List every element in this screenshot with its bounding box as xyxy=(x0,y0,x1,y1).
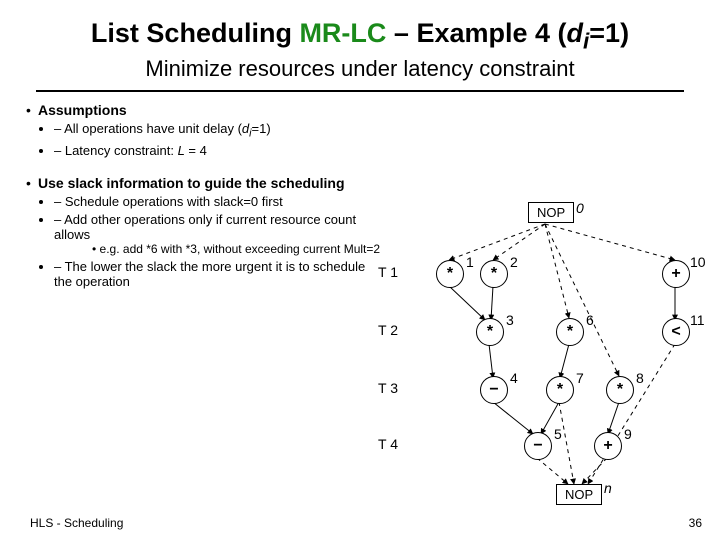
nop-top-label: 0 xyxy=(576,200,584,216)
title-var: d xyxy=(567,18,584,48)
assumptions-header: Assumptions xyxy=(38,102,127,118)
nop-bottom-label: n xyxy=(604,480,612,496)
op-node-8: * xyxy=(606,376,634,404)
time-row-3: T 3 xyxy=(378,380,398,396)
assumption-item-1: – All operations have unit delay (di=1) xyxy=(54,121,386,140)
op-label-7: 7 xyxy=(576,370,584,386)
nop-top-box: NOP xyxy=(528,202,574,223)
op-node-6: * xyxy=(556,318,584,346)
op-node-4: − xyxy=(480,376,508,404)
time-row-1: T 1 xyxy=(378,264,398,280)
op-label-4: 4 xyxy=(510,370,518,386)
page-title: List Scheduling MR-LC – Example 4 (di=1) xyxy=(0,0,720,54)
page-subtitle: Minimize resources under latency constra… xyxy=(0,56,720,82)
op-node-10: + xyxy=(662,260,690,288)
slack-header: Use slack information to guide the sched… xyxy=(38,175,345,191)
title-sep: – Example 4 ( xyxy=(386,18,566,48)
op-label-1: 1 xyxy=(466,254,474,270)
op-label-3: 3 xyxy=(506,312,514,328)
assumptions-block: •Assumptions – All operations have unit … xyxy=(26,102,386,158)
op-node-7: * xyxy=(546,376,574,404)
op-node-1: * xyxy=(436,260,464,288)
diagram-edges xyxy=(370,200,710,520)
op-label-6: 6 xyxy=(586,312,594,328)
time-row-4: T 4 xyxy=(378,436,398,452)
op-node-11: < xyxy=(662,318,690,346)
time-row-2: T 2 xyxy=(378,322,398,338)
op-node-3: * xyxy=(476,318,504,346)
title-eq: =1) xyxy=(589,18,629,48)
op-label-2: 2 xyxy=(510,254,518,270)
op-label-10: 10 xyxy=(690,254,706,270)
slack-item-3: – The lower the slack the more urgent it… xyxy=(54,259,386,289)
op-node-9: + xyxy=(594,432,622,460)
footer-right: 36 xyxy=(689,516,702,530)
op-node-2: * xyxy=(480,260,508,288)
op-label-9: 9 xyxy=(624,426,632,442)
op-node-5: − xyxy=(524,432,552,460)
nop-bottom-box: NOP xyxy=(556,484,602,505)
title-prefix: List Scheduling xyxy=(91,18,300,48)
slack-item-2: – Add other operations only if current r… xyxy=(54,212,386,256)
op-label-5: 5 xyxy=(554,426,562,442)
slack-item-2-sub: • e.g. add *6 with *3, without exceeding… xyxy=(54,242,386,256)
op-label-11: 11 xyxy=(690,312,705,328)
title-method: MR-LC xyxy=(299,18,386,48)
assumption-item-2: – Latency constraint: L = 4 xyxy=(54,143,386,158)
slack-item-1: – Schedule operations with slack=0 first xyxy=(54,194,386,209)
slack-block: •Use slack information to guide the sche… xyxy=(26,175,386,289)
left-column: •Assumptions – All operations have unit … xyxy=(0,102,386,292)
scheduling-diagram: NOP 0 NOP n T 1 T 2 T 3 T 4 **+**<−**−+ … xyxy=(370,200,710,520)
footer-left: HLS - Scheduling xyxy=(30,516,123,530)
op-label-8: 8 xyxy=(636,370,644,386)
